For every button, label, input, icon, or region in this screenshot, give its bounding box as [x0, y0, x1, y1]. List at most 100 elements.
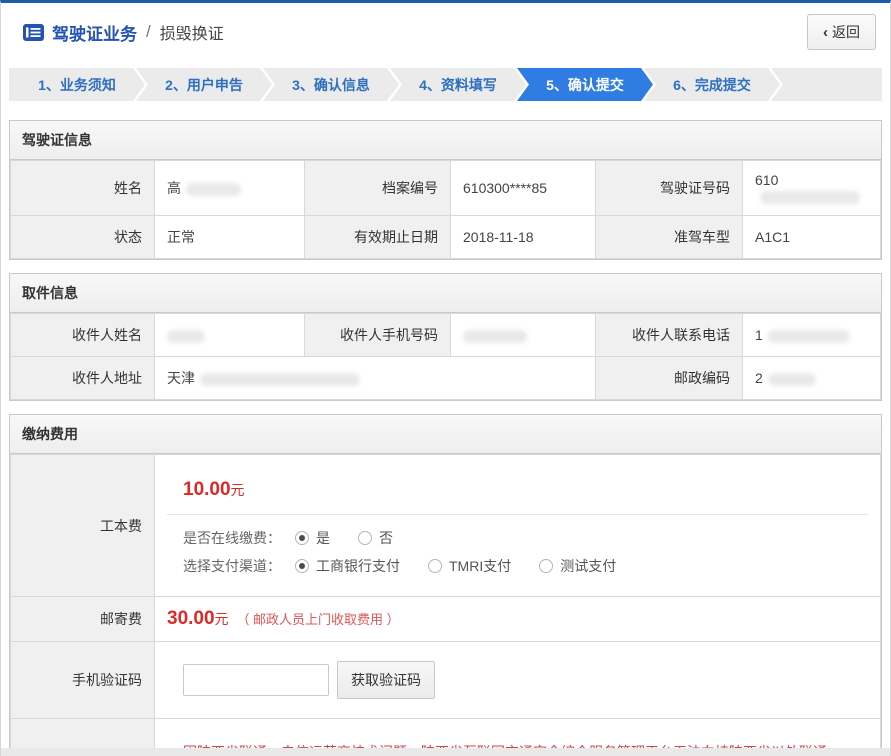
status-label: 状态	[11, 216, 155, 259]
valid-until-label: 有效期止日期	[305, 216, 451, 259]
valid-until-value: 2018-11-18	[451, 216, 596, 259]
postal-code-value: 2	[743, 357, 881, 400]
radio-unchecked-icon[interactable]	[428, 559, 442, 573]
mailing-fee-note: （ 邮政人员上门收取费用 ）	[236, 612, 399, 627]
online-payment-label: 是否在线缴费：	[183, 528, 281, 548]
vehicle-class-value: A1C1	[743, 216, 881, 259]
back-button-label: 返回	[832, 22, 860, 42]
mailing-fee-label: 邮寄费	[11, 597, 155, 642]
radio-option-no[interactable]: 否	[358, 528, 393, 548]
recipient-mobile-value	[451, 314, 596, 357]
section-title-pickup-info: 取件信息	[10, 274, 881, 313]
page-header: 驾驶证业务 / 损毁换证 ‹ 返回	[1, 3, 890, 61]
table-row: 收件人姓名 收件人手机号码 收件人联系电话 1	[11, 314, 881, 357]
step-4-fill-data[interactable]: 4、资料填写	[390, 68, 526, 101]
radio-checked-icon[interactable]	[295, 559, 309, 573]
step-label: 4、资料填写	[419, 75, 497, 95]
step-label: 3、确认信息	[292, 75, 370, 95]
step-1-business-notice[interactable]: 1、业务须知	[9, 68, 145, 101]
section-license-info: 驾驶证信息 姓名 高 档案编号 610300****85 驾驶证号码 610 状…	[9, 120, 882, 260]
section-title-fees: 缴纳费用	[10, 415, 881, 454]
step-wizard: 1、业务须知 2、用户申告 3、确认信息 4、资料填写 5、确认提交 6、完成提…	[9, 68, 882, 101]
radio-option-yes[interactable]: 是	[295, 528, 330, 548]
radio-option-test[interactable]: 测试支付	[539, 556, 616, 576]
step-2-user-declaration[interactable]: 2、用户申告	[136, 68, 272, 101]
recipient-address-value: 天津	[155, 357, 596, 400]
radio-option-label: 测试支付	[560, 556, 616, 576]
step-5-confirm-submit[interactable]: 5、确认提交	[517, 68, 653, 101]
production-fee-label: 工本费	[11, 455, 155, 597]
radio-option-label: 工商银行支付	[316, 556, 400, 576]
redaction-smudge	[167, 330, 205, 343]
mailing-fee-number: 30.00	[167, 608, 215, 629]
mailing-fee-unit: 元	[215, 611, 229, 627]
table-row: 姓名 高 档案编号 610300****85 驾驶证号码 610	[11, 161, 881, 216]
radio-option-icbc[interactable]: 工商银行支付	[295, 556, 400, 576]
radio-option-label: 是	[316, 528, 330, 548]
payment-channel-row: 选择支付渠道： 工商银行支付 TMRI支付 测试支付	[183, 556, 852, 576]
redaction-smudge	[186, 183, 241, 196]
radio-unchecked-icon[interactable]	[539, 559, 553, 573]
radio-option-label: TMRI支付	[449, 556, 511, 576]
step-label: 1、业务须知	[38, 75, 116, 95]
production-fee-unit: 元	[231, 482, 245, 498]
recipient-phone-label: 收件人联系电话	[596, 314, 743, 357]
breadcrumb: 驾驶证业务 / 损毁换证	[23, 20, 224, 45]
postal-code-label: 邮政编码	[596, 357, 743, 400]
production-fee-cell: 10.00元 是否在线缴费： 是 否	[155, 455, 881, 597]
license-no-value: 610	[743, 161, 881, 216]
redaction-smudge	[463, 330, 527, 343]
step-label: 6、完成提交	[673, 75, 751, 95]
payment-options-block: 是否在线缴费： 是 否 选择支付渠道：	[167, 514, 868, 585]
recipient-name-value	[155, 314, 305, 357]
online-payment-row: 是否在线缴费： 是 否	[183, 528, 852, 548]
recipient-address-label: 收件人地址	[11, 357, 155, 400]
archive-no-value: 610300****85	[451, 161, 596, 216]
name-label: 姓名	[11, 161, 155, 216]
production-fee-amount: 10.00元	[167, 466, 868, 514]
page-title: 驾驶证业务	[52, 20, 137, 45]
license-list-icon	[23, 24, 44, 41]
sms-code-cell: 获取验证码	[155, 642, 881, 719]
page: 驾驶证业务 / 损毁换证 ‹ 返回 1、业务须知 2、用户申告 3、确认信息 4…	[0, 0, 891, 756]
radio-unchecked-icon[interactable]	[358, 531, 372, 545]
radio-checked-icon[interactable]	[295, 531, 309, 545]
step-3-confirm-info[interactable]: 3、确认信息	[263, 68, 399, 101]
bottom-strip	[1, 748, 890, 756]
table-row: 收件人地址 天津 邮政编码 2	[11, 357, 881, 400]
radio-option-label: 否	[379, 528, 393, 548]
recipient-phone-value: 1	[743, 314, 881, 357]
step-6-complete-submit[interactable]: 6、完成提交	[644, 68, 780, 101]
production-fee-number: 10.00	[183, 479, 231, 500]
license-no-label: 驾驶证号码	[596, 161, 743, 216]
step-label: 2、用户申告	[165, 75, 243, 95]
redaction-smudge	[200, 373, 360, 386]
get-sms-code-button[interactable]: 获取验证码	[337, 661, 435, 699]
table-row: 手机验证码 获取验证码	[11, 642, 881, 719]
sms-code-label: 手机验证码	[11, 642, 155, 719]
table-row: 工本费 10.00元 是否在线缴费： 是	[11, 455, 881, 597]
back-button[interactable]: ‹ 返回	[807, 14, 876, 50]
name-value: 高	[155, 161, 305, 216]
status-value: 正常	[155, 216, 305, 259]
table-row: 状态 正常 有效期止日期 2018-11-18 准驾车型 A1C1	[11, 216, 881, 259]
section-title-license-info: 驾驶证信息	[10, 121, 881, 160]
fees-table: 工本费 10.00元 是否在线缴费： 是	[10, 454, 881, 756]
page-subtitle: 损毁换证	[160, 20, 224, 44]
license-info-table: 姓名 高 档案编号 610300****85 驾驶证号码 610 状态 正常 有…	[10, 160, 881, 259]
breadcrumb-separator: /	[145, 22, 152, 42]
sms-code-line: 获取验证码	[167, 653, 868, 707]
step-bar-filler	[771, 68, 882, 101]
sms-code-input[interactable]	[183, 664, 329, 696]
archive-no-label: 档案编号	[305, 161, 451, 216]
recipient-name-label: 收件人姓名	[11, 314, 155, 357]
redaction-smudge	[760, 191, 860, 204]
table-row: 邮寄费 30.00元 （ 邮政人员上门收取费用 ）	[11, 597, 881, 642]
redaction-smudge	[768, 373, 816, 386]
section-fees: 缴纳费用 工本费 10.00元 是否在线缴费： 是	[9, 414, 882, 756]
back-chevron-icon: ‹	[823, 25, 828, 40]
radio-option-tmri[interactable]: TMRI支付	[428, 556, 511, 576]
recipient-mobile-label: 收件人手机号码	[305, 314, 451, 357]
step-label: 5、确认提交	[546, 75, 624, 95]
payment-channel-label: 选择支付渠道：	[183, 556, 281, 576]
